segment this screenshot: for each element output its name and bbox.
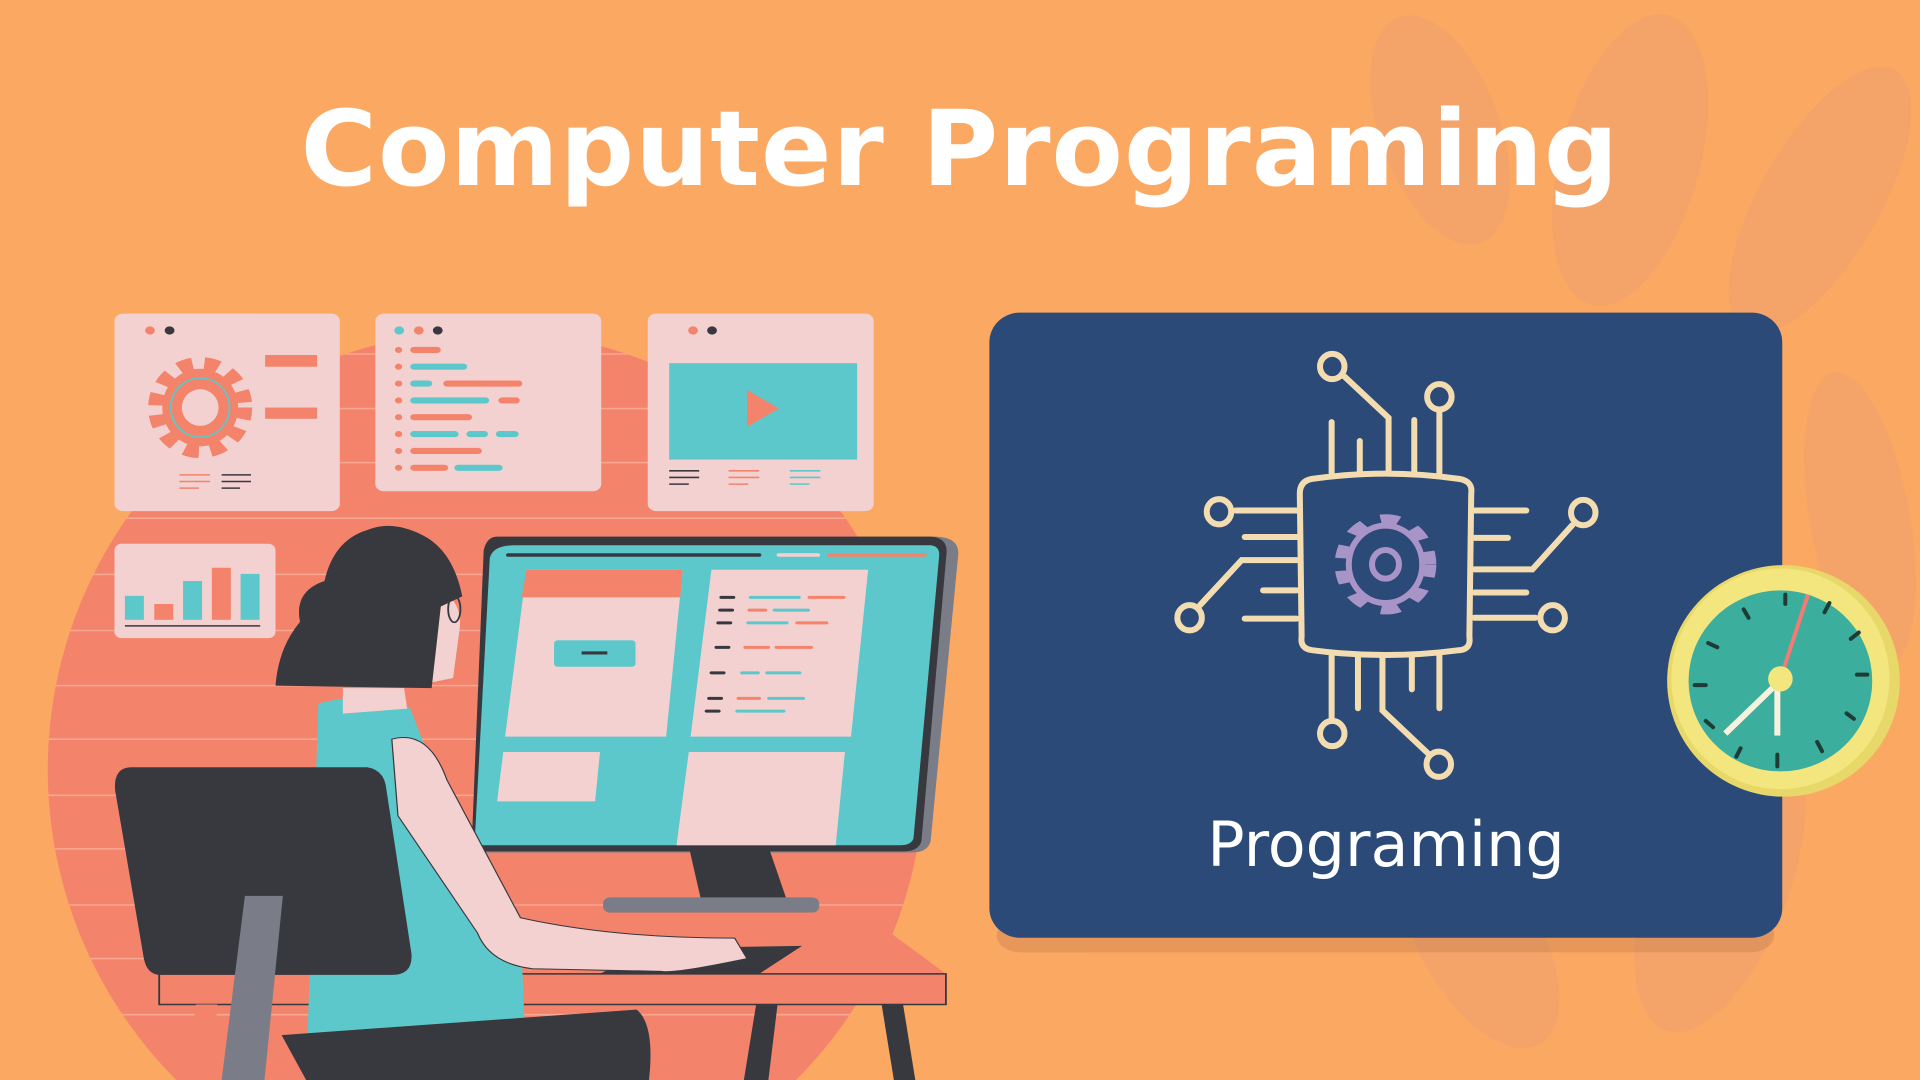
desk-edge — [158, 973, 947, 1006]
desk-leg — [881, 1004, 916, 1080]
settings-panel — [114, 313, 340, 512]
bar-chart-panel — [114, 543, 276, 639]
monitor — [471, 536, 959, 853]
code-panel — [375, 313, 602, 492]
page-title: Computer Programing — [300, 88, 1620, 210]
woman-at-computer-illustration — [47, 313, 959, 1080]
monitor-base — [603, 897, 820, 913]
video-panel — [647, 313, 874, 512]
card-label: Programing — [1207, 808, 1565, 881]
clock-icon — [1667, 565, 1900, 797]
